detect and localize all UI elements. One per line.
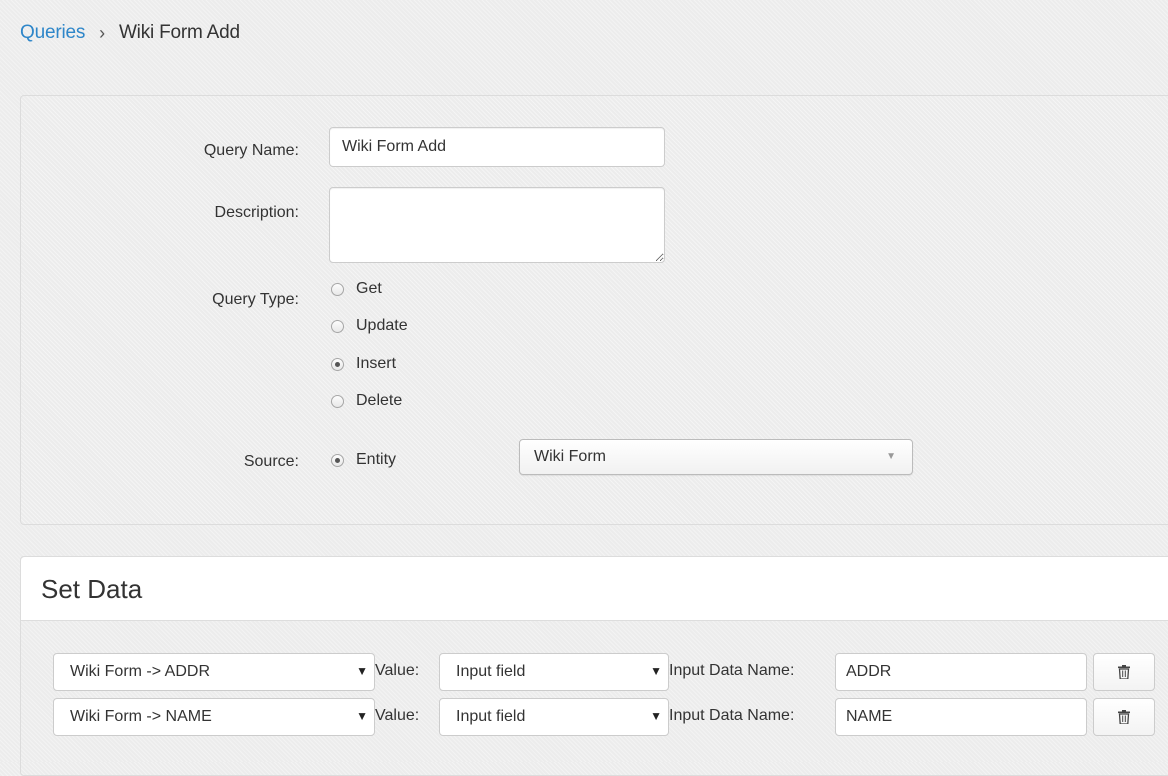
field-select-value: Wiki Form -> NAME xyxy=(70,708,212,725)
query-type-update-radio[interactable]: Update xyxy=(331,317,408,335)
query-type-insert-radio[interactable]: Insert xyxy=(331,355,396,373)
set-data-title: Set Data xyxy=(21,557,1168,621)
field-select-value: Wiki Form -> ADDR xyxy=(70,663,210,680)
field-select[interactable]: Wiki Form -> ADDR ▼ xyxy=(53,653,375,691)
query-form-panel: Query Name: Description: Query Type: Get… xyxy=(20,95,1168,525)
query-type-update-label: Update xyxy=(356,317,408,334)
set-data-panel: Set Data Wiki Form -> ADDR ▼ Value: Inpu… xyxy=(20,556,1168,776)
input-data-name-label: Input Data Name: xyxy=(669,707,795,724)
query-name-input[interactable] xyxy=(329,127,665,167)
caret-down-icon: ▼ xyxy=(356,664,368,678)
radio-checked-icon xyxy=(331,357,344,371)
input-data-name-field[interactable] xyxy=(835,698,1087,736)
delete-row-button[interactable] xyxy=(1093,698,1155,736)
source-entity-label: Entity xyxy=(356,451,397,468)
caret-down-icon: ▼ xyxy=(650,709,662,723)
source-entity-radio[interactable]: Entity xyxy=(331,451,396,469)
set-data-row: Wiki Form -> NAME ▼ Value: Input field ▼… xyxy=(21,698,1168,738)
description-textarea[interactable] xyxy=(329,187,665,263)
description-label: Description: xyxy=(214,204,299,221)
query-type-get-label: Get xyxy=(356,280,382,297)
breadcrumb: Queries › Wiki Form Add xyxy=(20,22,240,44)
query-type-label: Query Type: xyxy=(212,291,299,308)
radio-unchecked-icon xyxy=(331,394,344,408)
caret-down-icon: ▼ xyxy=(650,664,662,678)
radio-unchecked-icon xyxy=(331,319,344,333)
trash-icon xyxy=(1118,665,1130,679)
value-label: Value: xyxy=(375,707,420,724)
field-select[interactable]: Wiki Form -> NAME ▼ xyxy=(53,698,375,736)
chevron-down-icon: ▼ xyxy=(886,451,896,462)
trash-icon xyxy=(1118,710,1130,724)
breadcrumb-separator-icon: › xyxy=(99,23,105,43)
query-type-delete-label: Delete xyxy=(356,392,403,409)
source-label: Source: xyxy=(243,453,299,470)
query-name-label: Query Name: xyxy=(203,142,299,159)
value-label: Value: xyxy=(375,662,420,679)
breadcrumb-queries-link[interactable]: Queries xyxy=(20,22,85,43)
value-select-value: Input field xyxy=(456,708,526,725)
entity-select-value: Wiki Form xyxy=(534,448,606,465)
radio-unchecked-icon xyxy=(331,282,344,296)
input-data-name-field[interactable] xyxy=(835,653,1087,691)
value-select[interactable]: Input field ▼ xyxy=(439,698,669,736)
value-select[interactable]: Input field ▼ xyxy=(439,653,669,691)
entity-select[interactable]: Wiki Form ▼ xyxy=(519,439,913,475)
value-select-value: Input field xyxy=(456,663,526,680)
query-type-delete-radio[interactable]: Delete xyxy=(331,392,402,410)
breadcrumb-current: Wiki Form Add xyxy=(118,22,240,43)
query-type-insert-label: Insert xyxy=(356,355,397,372)
set-data-row: Wiki Form -> ADDR ▼ Value: Input field ▼… xyxy=(21,653,1168,693)
input-data-name-label: Input Data Name: xyxy=(669,662,795,679)
query-type-get-radio[interactable]: Get xyxy=(331,280,382,298)
radio-checked-icon xyxy=(331,453,344,467)
delete-row-button[interactable] xyxy=(1093,653,1155,691)
caret-down-icon: ▼ xyxy=(356,709,368,723)
